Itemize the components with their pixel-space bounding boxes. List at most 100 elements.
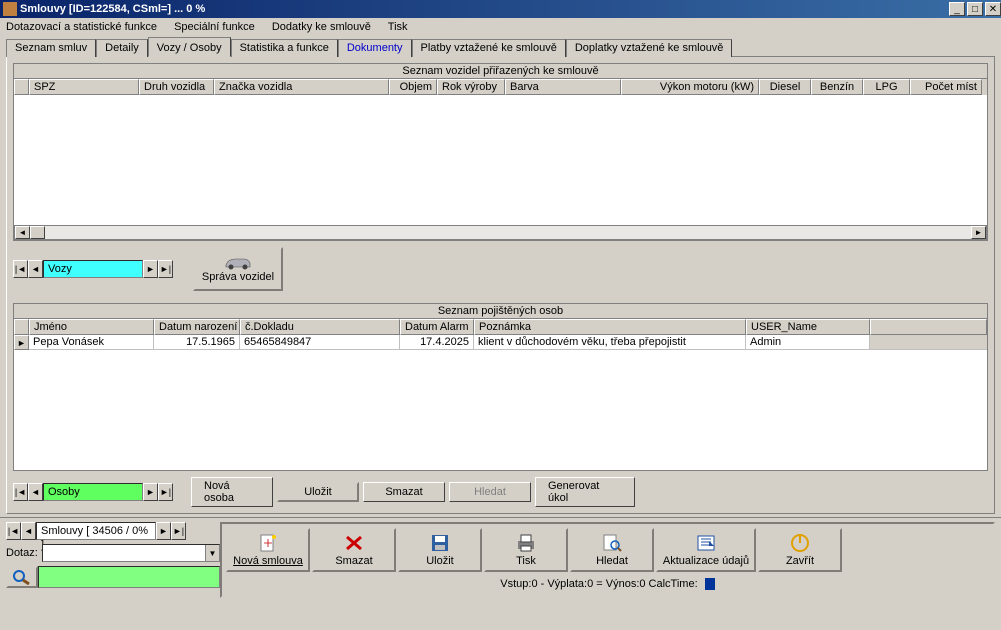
close-button[interactable]: ✕ (985, 2, 1001, 16)
bottom-bar: |◄ ◄ Smlouvy [ 34506 / 0% ] ► ►| Dotaz: … (0, 517, 1001, 602)
menu-tisk[interactable]: Tisk (388, 21, 408, 33)
vehicles-grid-title: Seznam vozidel přiřazených ke smlouvě (14, 64, 987, 79)
window-title: Smlouvy [ID=122584, CSml=] ... 0 % (20, 3, 947, 15)
search-field[interactable] (38, 566, 220, 588)
col-narozeni[interactable]: Datum narození (154, 319, 240, 335)
hledat-osoba-button[interactable]: Hledat (449, 482, 531, 502)
col-alarm[interactable]: Datum Alarm (400, 319, 474, 335)
smlouvy-nav-first[interactable]: |◄ (6, 522, 21, 540)
main-toolbar: Nová smlouva Smazat Uložit Tisk Hledat A… (226, 528, 989, 572)
nova-smlouva-button[interactable]: Nová smlouva (226, 528, 310, 572)
persons-grid: Seznam pojištěných osob Jméno Datum naro… (13, 303, 988, 471)
ulozit-label: Uložit (426, 555, 454, 567)
minimize-button[interactable]: _ (949, 2, 965, 16)
nav-prev-button[interactable]: ◄ (28, 260, 43, 278)
osoby-nav-prev[interactable]: ◄ (28, 483, 43, 501)
sprava-vozidel-button[interactable]: Správa vozidel (193, 247, 283, 291)
smlouvy-nav-next[interactable]: ► (156, 522, 171, 540)
tab-platby[interactable]: Platby vztažené ke smlouvě (412, 39, 566, 57)
osoby-nav-last[interactable]: ►| (158, 483, 173, 501)
tab-statistika[interactable]: Statistika a funkce (231, 39, 338, 57)
smazat-label: Smazat (335, 555, 372, 567)
tab-detaily[interactable]: Detaily (96, 39, 148, 57)
persons-grid-title: Seznam pojištěných osob (14, 304, 987, 319)
zavrit-button[interactable]: Zavřít (758, 528, 842, 572)
tab-vozy-osoby[interactable]: Vozy / Osoby (148, 37, 231, 57)
col-jmeno[interactable]: Jméno (29, 319, 154, 335)
title-bar: Smlouvy [ID=122584, CSml=] ... 0 % _ □ ✕ (0, 0, 1001, 18)
aktualizace-button[interactable]: Aktualizace údajů (656, 528, 756, 572)
cell-poznamka: klient v důchodovém věku, třeba přepojis… (474, 335, 746, 350)
cell-doklad: 65465849847 (240, 335, 400, 350)
col-doklad[interactable]: č.Dokladu (240, 319, 400, 335)
sprava-vozidel-label: Správa vozidel (202, 271, 274, 283)
tab-doplatky[interactable]: Doplatky vztažené ke smlouvě (566, 39, 733, 57)
col-diesel[interactable]: Diesel (759, 79, 811, 95)
col-barva[interactable]: Barva (505, 79, 621, 95)
nova-osoba-button[interactable]: Nová osoba (191, 477, 273, 507)
menu-dotazovaci[interactable]: Dotazovací a statistické funkce (6, 21, 157, 33)
ulozit-osoba-button[interactable]: Uložit (277, 482, 359, 502)
scroll-right-icon[interactable]: ► (971, 226, 986, 239)
smazat-button[interactable]: Smazat (312, 528, 396, 572)
maximize-button[interactable]: □ (967, 2, 983, 16)
col-pocet[interactable]: Počet míst (910, 79, 982, 95)
vehicles-grid-body[interactable] (14, 95, 987, 225)
nav-last-button[interactable]: ►| (158, 260, 173, 278)
nav-vozy-field[interactable]: Vozy (43, 260, 143, 278)
nav-next-button[interactable]: ► (143, 260, 158, 278)
col-objem[interactable]: Objem (389, 79, 437, 95)
cell-narozeni: 17.5.1965 (154, 335, 240, 350)
search-icon (601, 533, 623, 553)
status-indicator-icon (705, 578, 715, 590)
col-poznamka[interactable]: Poznámka (474, 319, 746, 335)
search-button[interactable] (6, 566, 38, 588)
row-indicator-icon[interactable]: ► (14, 335, 29, 350)
col-znacka[interactable]: Značka vozidla (214, 79, 389, 95)
zavrit-label: Zavřít (786, 555, 814, 567)
cell-user: Admin (746, 335, 870, 350)
save-icon (429, 533, 451, 553)
menu-specialni[interactable]: Speciální funkce (174, 21, 255, 33)
dotaz-combo[interactable]: ▼ (42, 544, 220, 562)
persons-grid-body[interactable]: ► Pepa Vonásek 17.5.1965 65465849847 17.… (14, 335, 987, 470)
osoby-nav-first[interactable]: |◄ (13, 483, 28, 501)
cell-pad (870, 335, 987, 350)
chevron-down-icon[interactable]: ▼ (205, 545, 219, 561)
cell-alarm: 17.4.2025 (400, 335, 474, 350)
nav-osoby-field[interactable]: Osoby (43, 483, 143, 501)
col-lpg[interactable]: LPG (863, 79, 910, 95)
tisk-label: Tisk (516, 555, 536, 567)
tisk-button[interactable]: Tisk (484, 528, 568, 572)
new-icon (257, 533, 279, 553)
scroll-track[interactable] (45, 226, 971, 239)
tab-seznam-smluv[interactable]: Seznam smluv (6, 39, 96, 57)
tab-dokumenty[interactable]: Dokumenty (338, 39, 412, 57)
ulozit-button[interactable]: Uložit (398, 528, 482, 572)
generovat-ukol-button[interactable]: Generovat úkol (535, 477, 635, 507)
smlouvy-nav-last[interactable]: ►| (171, 522, 186, 540)
scroll-left-icon[interactable]: ◄ (15, 226, 30, 239)
nav-smlouvy-field[interactable]: Smlouvy [ 34506 / 0% ] (36, 522, 156, 540)
smlouvy-nav-prev[interactable]: ◄ (21, 522, 36, 540)
osoby-nav-next[interactable]: ► (143, 483, 158, 501)
col-druh[interactable]: Druh vozidla (139, 79, 214, 95)
hledat-button[interactable]: Hledat (570, 528, 654, 572)
menu-dodatky[interactable]: Dodatky ke smlouvě (272, 21, 371, 33)
vehicles-hscroll[interactable]: ◄ ► (14, 225, 987, 240)
app-icon (3, 2, 17, 16)
nav-first-button[interactable]: |◄ (13, 260, 28, 278)
vehicles-grid: Seznam vozidel přiřazených ke smlouvě SP… (13, 63, 988, 241)
scroll-thumb[interactable] (30, 226, 45, 239)
row-selector-header (14, 79, 29, 95)
col-rok[interactable]: Rok výroby (437, 79, 505, 95)
smazat-osoba-button[interactable]: Smazat (363, 482, 445, 502)
tab-strip: Seznam smluv Detaily Vozy / Osoby Statis… (6, 38, 995, 56)
col-user[interactable]: USER_Name (746, 319, 870, 335)
col-vykon[interactable]: Výkon motoru (kW) (621, 79, 759, 95)
status-line: Vstup:0 - Výplata:0 = Výnos:0 CalcTime: (226, 576, 989, 592)
status-text: Vstup:0 - Výplata:0 = Výnos:0 CalcTime: (500, 578, 697, 590)
col-spz[interactable]: SPZ (29, 79, 139, 95)
col-benzin[interactable]: Benzín (811, 79, 863, 95)
table-row[interactable]: ► Pepa Vonásek 17.5.1965 65465849847 17.… (14, 335, 987, 350)
